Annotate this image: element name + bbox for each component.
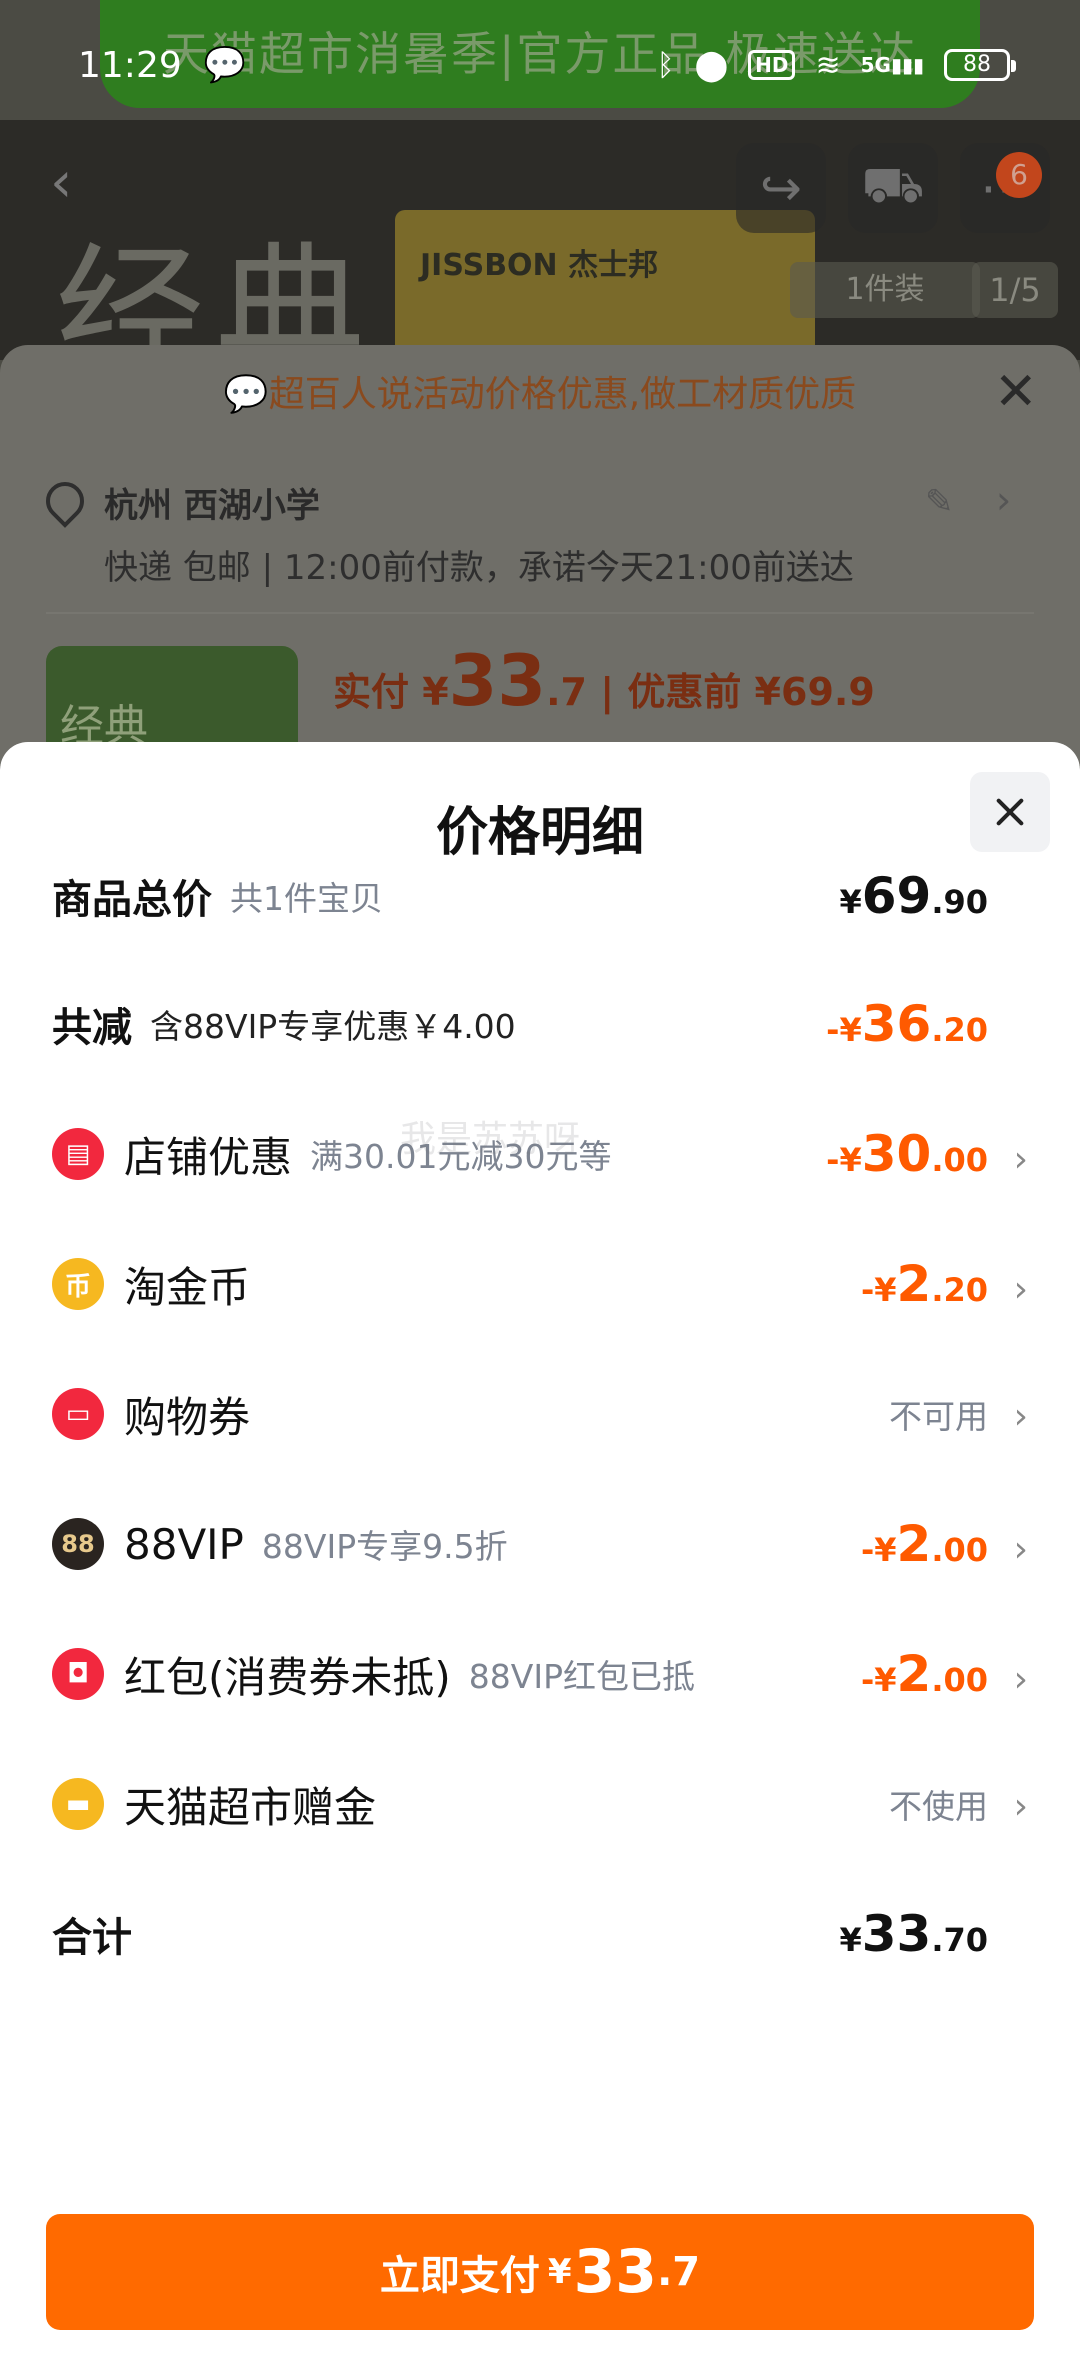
review-tip: 💬超百人说活动价格优惠,做工材质优质 [223,374,857,415]
location-status-icon: ⬤ [694,47,729,83]
bluetooth-icon: ᛒ [656,47,675,83]
paid-price: 实付 ¥33.7 | 优惠前 ¥69.9 [333,640,875,722]
chevron-right-icon: › [1013,1786,1028,1827]
delivery-address[interactable]: 杭州 西湖小学 [104,478,320,527]
watermark: 我是苏苏呀 [400,1119,581,1160]
row-total-discount: 共减 含88VIP专享优惠￥4.00 -¥ 36.20 [52,984,1028,1064]
row-88vip[interactable]: 88 88VIP 88VIP专享9.5折 -¥ 2.00 › [52,1504,1028,1584]
row-tao-coins[interactable]: 币 淘金币 -¥ 2.20 › [52,1244,1028,1324]
delivery-info: 快递 包邮 | 12:00前付款，承诺今天21:00前送达 [104,548,854,588]
row-value: -¥ 2.00 › [860,1645,1028,1703]
chevron-right-icon: › [1013,1139,1028,1180]
signal-icon: 5G▮▮▮ [860,53,924,77]
row-label: 合计 [52,1915,132,1961]
battery-icon: 88 [944,49,1016,81]
divider [46,612,1034,614]
vip88-icon: 88 [52,1518,104,1570]
cart-count-badge: 6 [996,152,1042,198]
chevron-right-icon: › [1013,1529,1028,1570]
row-value: -¥ 30.00 › [826,1125,1028,1183]
status-bar: 11:29 💬 ᛒ ⬤ HD ≋ 5G▮▮▮ 88 [0,0,1080,130]
pay-button-label: 立即支付 [379,2253,540,2299]
back-icon[interactable]: ‹ [50,150,72,215]
row-label: 天猫超市赠金 [124,1782,377,1832]
coin-icon: 币 [52,1258,104,1310]
row-label: 88VIP [124,1519,244,1569]
pay-now-button[interactable]: 立即支付 ¥ 33 .7 [46,2214,1034,2330]
modal-title: 价格明细 [435,803,644,863]
brand-label: JISSBON 杰士邦 [420,248,659,283]
row-sub: 88VIP专享9.5折 [261,1527,508,1566]
image-index: 1/5 [972,262,1058,318]
row-value: ¥69.90 [839,867,988,925]
row-label: 购物券 [124,1392,251,1442]
row-value: -¥ 2.20 › [860,1255,1028,1313]
chevron-right-icon[interactable]: › [996,478,1011,522]
chevron-right-icon: › [1013,1659,1028,1700]
row-label: 店铺优惠 [124,1132,293,1182]
product-thumbnail: 经典 [46,646,298,756]
pack-label: 1件装 [790,262,980,318]
status-time: 11:29 [78,44,182,86]
red-packet-icon: ◘ [52,1648,104,1700]
row-sub: 共1件宝贝 [230,879,383,918]
store-icon: ▤ [52,1128,104,1180]
row-value: -¥ 36.20 [826,995,988,1053]
row-red-packet[interactable]: ◘ 红包(消费券未抵) 88VIP红包已抵 -¥ 2.00 › [52,1634,1028,1714]
row-label: 共减 [52,1005,132,1051]
cart-icon[interactable]: ⛟ [848,143,938,233]
row-value: 不使用 › [889,1780,1028,1828]
row-total-goods: 商品总价 共1件宝贝 ¥69.90 [52,856,1028,936]
row-shopping-voucher[interactable]: ▭ 购物券 不可用 › [52,1374,1028,1454]
row-label: 商品总价 [52,877,212,923]
pay-currency: ¥ [547,2252,572,2292]
share-icon[interactable]: ↪ [736,143,826,233]
wifi-icon: ≋ [815,47,841,83]
wechat-icon: 💬 [203,45,247,85]
row-value: -¥ 2.00 › [860,1515,1028,1573]
row-label: 红包(消费券未抵) [124,1652,451,1702]
voucher-status: 不可用 [889,1397,988,1436]
ticket-icon: ▭ [52,1388,104,1440]
wallet-icon: ▬ [52,1778,104,1830]
chevron-right-icon: › [1013,1396,1028,1437]
row-sub: 88VIP红包已抵 [468,1657,695,1696]
bonus-status: 不使用 [889,1787,988,1826]
row-sum: 合计 ¥33.70 [52,1894,1028,1974]
row-label: 淘金币 [124,1262,251,1312]
row-value: ¥33.70 [839,1905,988,1963]
pay-amount-int: 33 [573,2237,658,2307]
pay-amount-dec: .7 [657,2249,701,2295]
chevron-right-icon: › [1013,1269,1028,1310]
row-tmall-bonus[interactable]: ▬ 天猫超市赠金 不使用 › [52,1764,1028,1844]
row-value: 不可用 › [889,1390,1028,1438]
edit-icon[interactable]: ✎ [925,482,954,522]
tip-close-icon[interactable]: ✕ [994,362,1038,422]
row-sub: 含88VIP专享优惠￥4.00 [150,1007,516,1046]
hd-icon: HD [748,50,796,80]
price-detail-modal: 价格明细 商品总价 共1件宝贝 ¥69.90 共减 含88VIP专享优惠￥4.0… [0,742,1080,2376]
close-icon[interactable] [970,772,1050,852]
